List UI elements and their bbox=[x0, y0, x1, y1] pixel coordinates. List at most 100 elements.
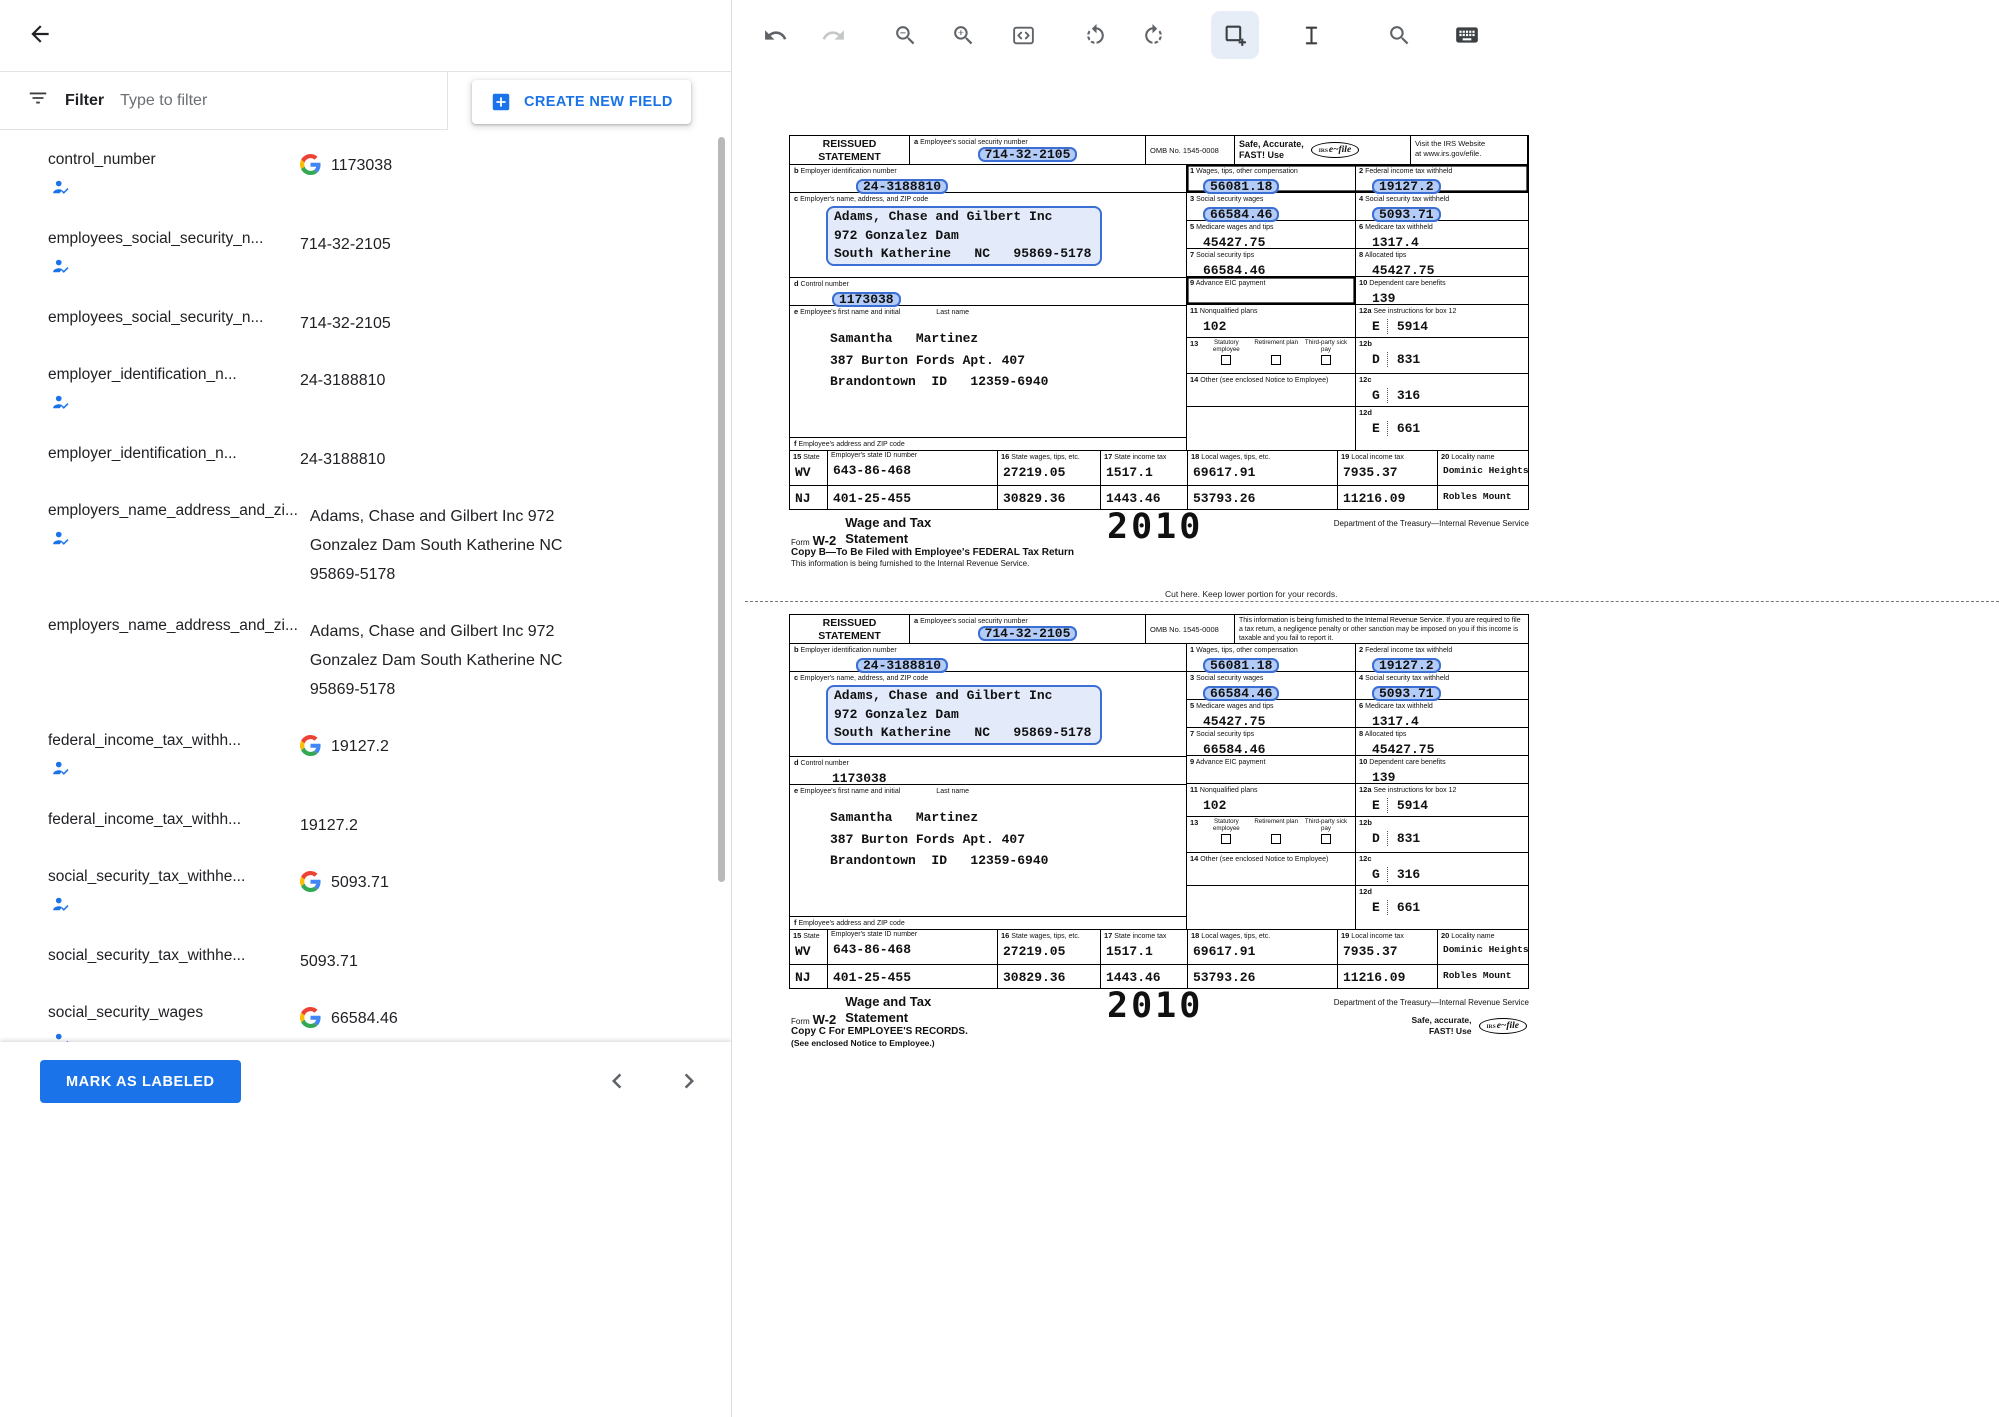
field-name-column: federal_income_tax_withh... bbox=[48, 811, 300, 840]
statutory-employee-checkbox[interactable] bbox=[1221, 834, 1231, 844]
box-e-employee: e Employee's first name and initialLast … bbox=[790, 306, 1186, 438]
labeled-by-human-icon bbox=[52, 178, 288, 202]
treasury-dept-text: Department of the Treasury—Internal Reve… bbox=[1334, 998, 1529, 1007]
field-list-item[interactable]: employees_social_security_n... 714-32-21… bbox=[0, 209, 731, 288]
box-7-ss-tips: 7 Social security tips 66584.46 bbox=[1187, 249, 1356, 276]
w2-header-row: REISSUED STATEMENT a Employee's social s… bbox=[790, 615, 1528, 644]
field-list-item[interactable]: employees_social_security_n... 714-32-21… bbox=[0, 288, 731, 345]
reissued-statement: REISSUED STATEMENT bbox=[790, 615, 910, 643]
box-b-ein: b Employer identification number 24-3188… bbox=[790, 644, 1186, 672]
w2-document-page[interactable]: REISSUED STATEMENT a Employee's social s… bbox=[789, 135, 1529, 574]
field-value: 5093.71 bbox=[300, 947, 358, 976]
rotate-left-icon bbox=[1083, 23, 1108, 48]
create-new-field-button[interactable]: CREATE NEW FIELD bbox=[472, 80, 691, 124]
labeled-by-human-icon bbox=[52, 895, 288, 919]
field-list-item[interactable]: employer_identification_n... 24-3188810 bbox=[0, 345, 731, 424]
previous-page-button[interactable] bbox=[601, 1065, 633, 1097]
field-list-item[interactable]: control_number 1173038 bbox=[0, 130, 731, 209]
ssn-annotation[interactable]: 714-32-2105 bbox=[978, 626, 1078, 641]
field-value-column: 19127.2 bbox=[300, 811, 358, 840]
field-name: employees_social_security_n... bbox=[48, 309, 288, 327]
retirement-plan-checkbox[interactable] bbox=[1271, 834, 1281, 844]
field-name-column: employees_social_security_n... bbox=[48, 309, 300, 338]
field-name: employer_identification_n... bbox=[48, 366, 288, 384]
zoom-out-button[interactable] bbox=[881, 11, 929, 59]
field-list-item[interactable]: federal_income_tax_withh... 19127.2 bbox=[0, 790, 731, 847]
visit-irs-text: Visit the IRS Website at www.irs.gov/efi… bbox=[1411, 136, 1528, 164]
add-region-button[interactable] bbox=[1211, 11, 1259, 59]
search-button[interactable] bbox=[1375, 11, 1423, 59]
field-name-column: employer_identification_n... bbox=[48, 445, 300, 474]
box-12c: 12c G316 bbox=[1356, 374, 1528, 406]
third-party-sick-pay-checkbox[interactable] bbox=[1321, 355, 1331, 365]
field-name: social_security_wages bbox=[48, 1004, 288, 1022]
box-10-dependent-care: 10 Dependent care benefits 139 bbox=[1356, 277, 1528, 304]
field-list-item[interactable]: federal_income_tax_withh... 19127.2 bbox=[0, 711, 731, 790]
field-list-item[interactable]: employer_identification_n... 24-3188810 bbox=[0, 424, 731, 481]
retirement-plan-checkbox[interactable] bbox=[1271, 355, 1281, 365]
mark-as-labeled-button[interactable]: MARK AS LABELED bbox=[40, 1060, 241, 1103]
chevron-left-icon bbox=[602, 1066, 632, 1096]
field-list-item[interactable]: employers_name_address_and_zi... Adams, … bbox=[0, 596, 731, 711]
tax-year: 2010 bbox=[1107, 986, 1203, 1026]
filter-label: Filter bbox=[65, 92, 104, 110]
box-f-address-label: f Employee's address and ZIP code bbox=[790, 917, 1186, 929]
filter-input[interactable] bbox=[120, 92, 370, 110]
w2-document-page[interactable]: REISSUED STATEMENT a Employee's social s… bbox=[789, 614, 1529, 1053]
employer-address-annotation[interactable]: Adams, Chase and Gilbert Inc 972 Gonzale… bbox=[826, 206, 1102, 266]
keyboard-button[interactable] bbox=[1443, 11, 1491, 59]
statutory-employee-checkbox[interactable] bbox=[1221, 355, 1231, 365]
google-extracted-icon bbox=[300, 871, 321, 897]
scrollbar-thumb[interactable] bbox=[718, 137, 725, 882]
field-name-column: control_number bbox=[48, 151, 300, 202]
box-a-ssn: a Employee's social security number 714-… bbox=[910, 136, 1146, 164]
third-party-sick-pay-checkbox[interactable] bbox=[1321, 834, 1331, 844]
field-name: social_security_tax_withhe... bbox=[48, 947, 288, 965]
google-extracted-icon bbox=[300, 735, 321, 761]
field-list-item[interactable]: social_security_tax_withhe... 5093.71 bbox=[0, 926, 731, 983]
text-select-button[interactable] bbox=[1287, 11, 1335, 59]
back-button[interactable] bbox=[27, 21, 53, 50]
footer-safe-accurate-block: Safe, accurate, FAST! Use IRSe~file bbox=[1412, 1015, 1527, 1036]
box-11-nonqualified: 11 Nonqualified plans 102 bbox=[1187, 305, 1356, 337]
field-list-item[interactable]: social_security_wages 66584.46 bbox=[0, 983, 731, 1042]
field-name-column: employer_identification_n... bbox=[48, 366, 300, 417]
google-extracted-icon bbox=[300, 154, 321, 180]
box-12b: 12b D831 bbox=[1356, 338, 1528, 373]
next-page-button[interactable] bbox=[673, 1065, 705, 1097]
field-value-column: 714-32-2105 bbox=[300, 309, 391, 338]
field-value: 714-32-2105 bbox=[300, 230, 391, 259]
cut-here-separator: Cut here. Keep lower portion for your re… bbox=[745, 589, 1999, 602]
box-empty bbox=[1187, 407, 1356, 450]
document-viewer[interactable]: REISSUED STATEMENT a Employee's social s… bbox=[732, 70, 1999, 1417]
undo-button[interactable] bbox=[751, 11, 799, 59]
field-value: Adams, Chase and Gilbert Inc 972 Gonzale… bbox=[310, 617, 610, 704]
ssn-annotation[interactable]: 714-32-2105 bbox=[978, 147, 1078, 162]
redo-button[interactable] bbox=[809, 11, 857, 59]
box-2-federal-tax: 2 Federal income tax withheld 19127.2 bbox=[1356, 644, 1528, 671]
field-value: 24-3188810 bbox=[300, 445, 385, 474]
box-12a: 12a See instructions for box 12 E5914 bbox=[1356, 305, 1528, 337]
box-c-employer: c Employer's name, address, and ZIP code… bbox=[790, 193, 1186, 278]
rotate-cw-button[interactable] bbox=[1129, 11, 1177, 59]
box-2-federal-tax: 2 Federal income tax withheld 19127.2 bbox=[1356, 165, 1528, 192]
field-value: 19127.2 bbox=[331, 732, 389, 761]
zoom-in-button[interactable] bbox=[939, 11, 987, 59]
code-view-button[interactable] bbox=[999, 11, 1047, 59]
labeled-by-human-icon bbox=[52, 257, 288, 281]
field-name-column: employers_name_address_and_zi... bbox=[48, 502, 310, 589]
employer-address-annotation[interactable]: Adams, Chase and Gilbert Inc 972 Gonzale… bbox=[826, 685, 1102, 745]
omb-number: OMB No. 1545-0008 bbox=[1146, 615, 1235, 643]
field-value-column: Adams, Chase and Gilbert Inc 972 Gonzale… bbox=[310, 502, 610, 589]
rotate-ccw-button[interactable] bbox=[1071, 11, 1119, 59]
box-5-medicare-wages: 5 Medicare wages and tips 45427.75 bbox=[1187, 221, 1356, 248]
field-value-column: 5093.71 bbox=[300, 868, 389, 919]
box-13-checkboxes: 13 Statutory employee Retirement plan Th… bbox=[1187, 338, 1356, 373]
field-name: employees_social_security_n... bbox=[48, 230, 288, 248]
reissued-statement: REISSUED STATEMENT bbox=[790, 136, 910, 164]
field-value-column: 24-3188810 bbox=[300, 445, 385, 474]
zoom-out-icon bbox=[893, 23, 918, 48]
field-name-column: social_security_tax_withhe... bbox=[48, 868, 300, 919]
field-list-item[interactable]: social_security_tax_withhe... 5093.71 bbox=[0, 847, 731, 926]
field-list-item[interactable]: employers_name_address_and_zi... Adams, … bbox=[0, 481, 731, 596]
